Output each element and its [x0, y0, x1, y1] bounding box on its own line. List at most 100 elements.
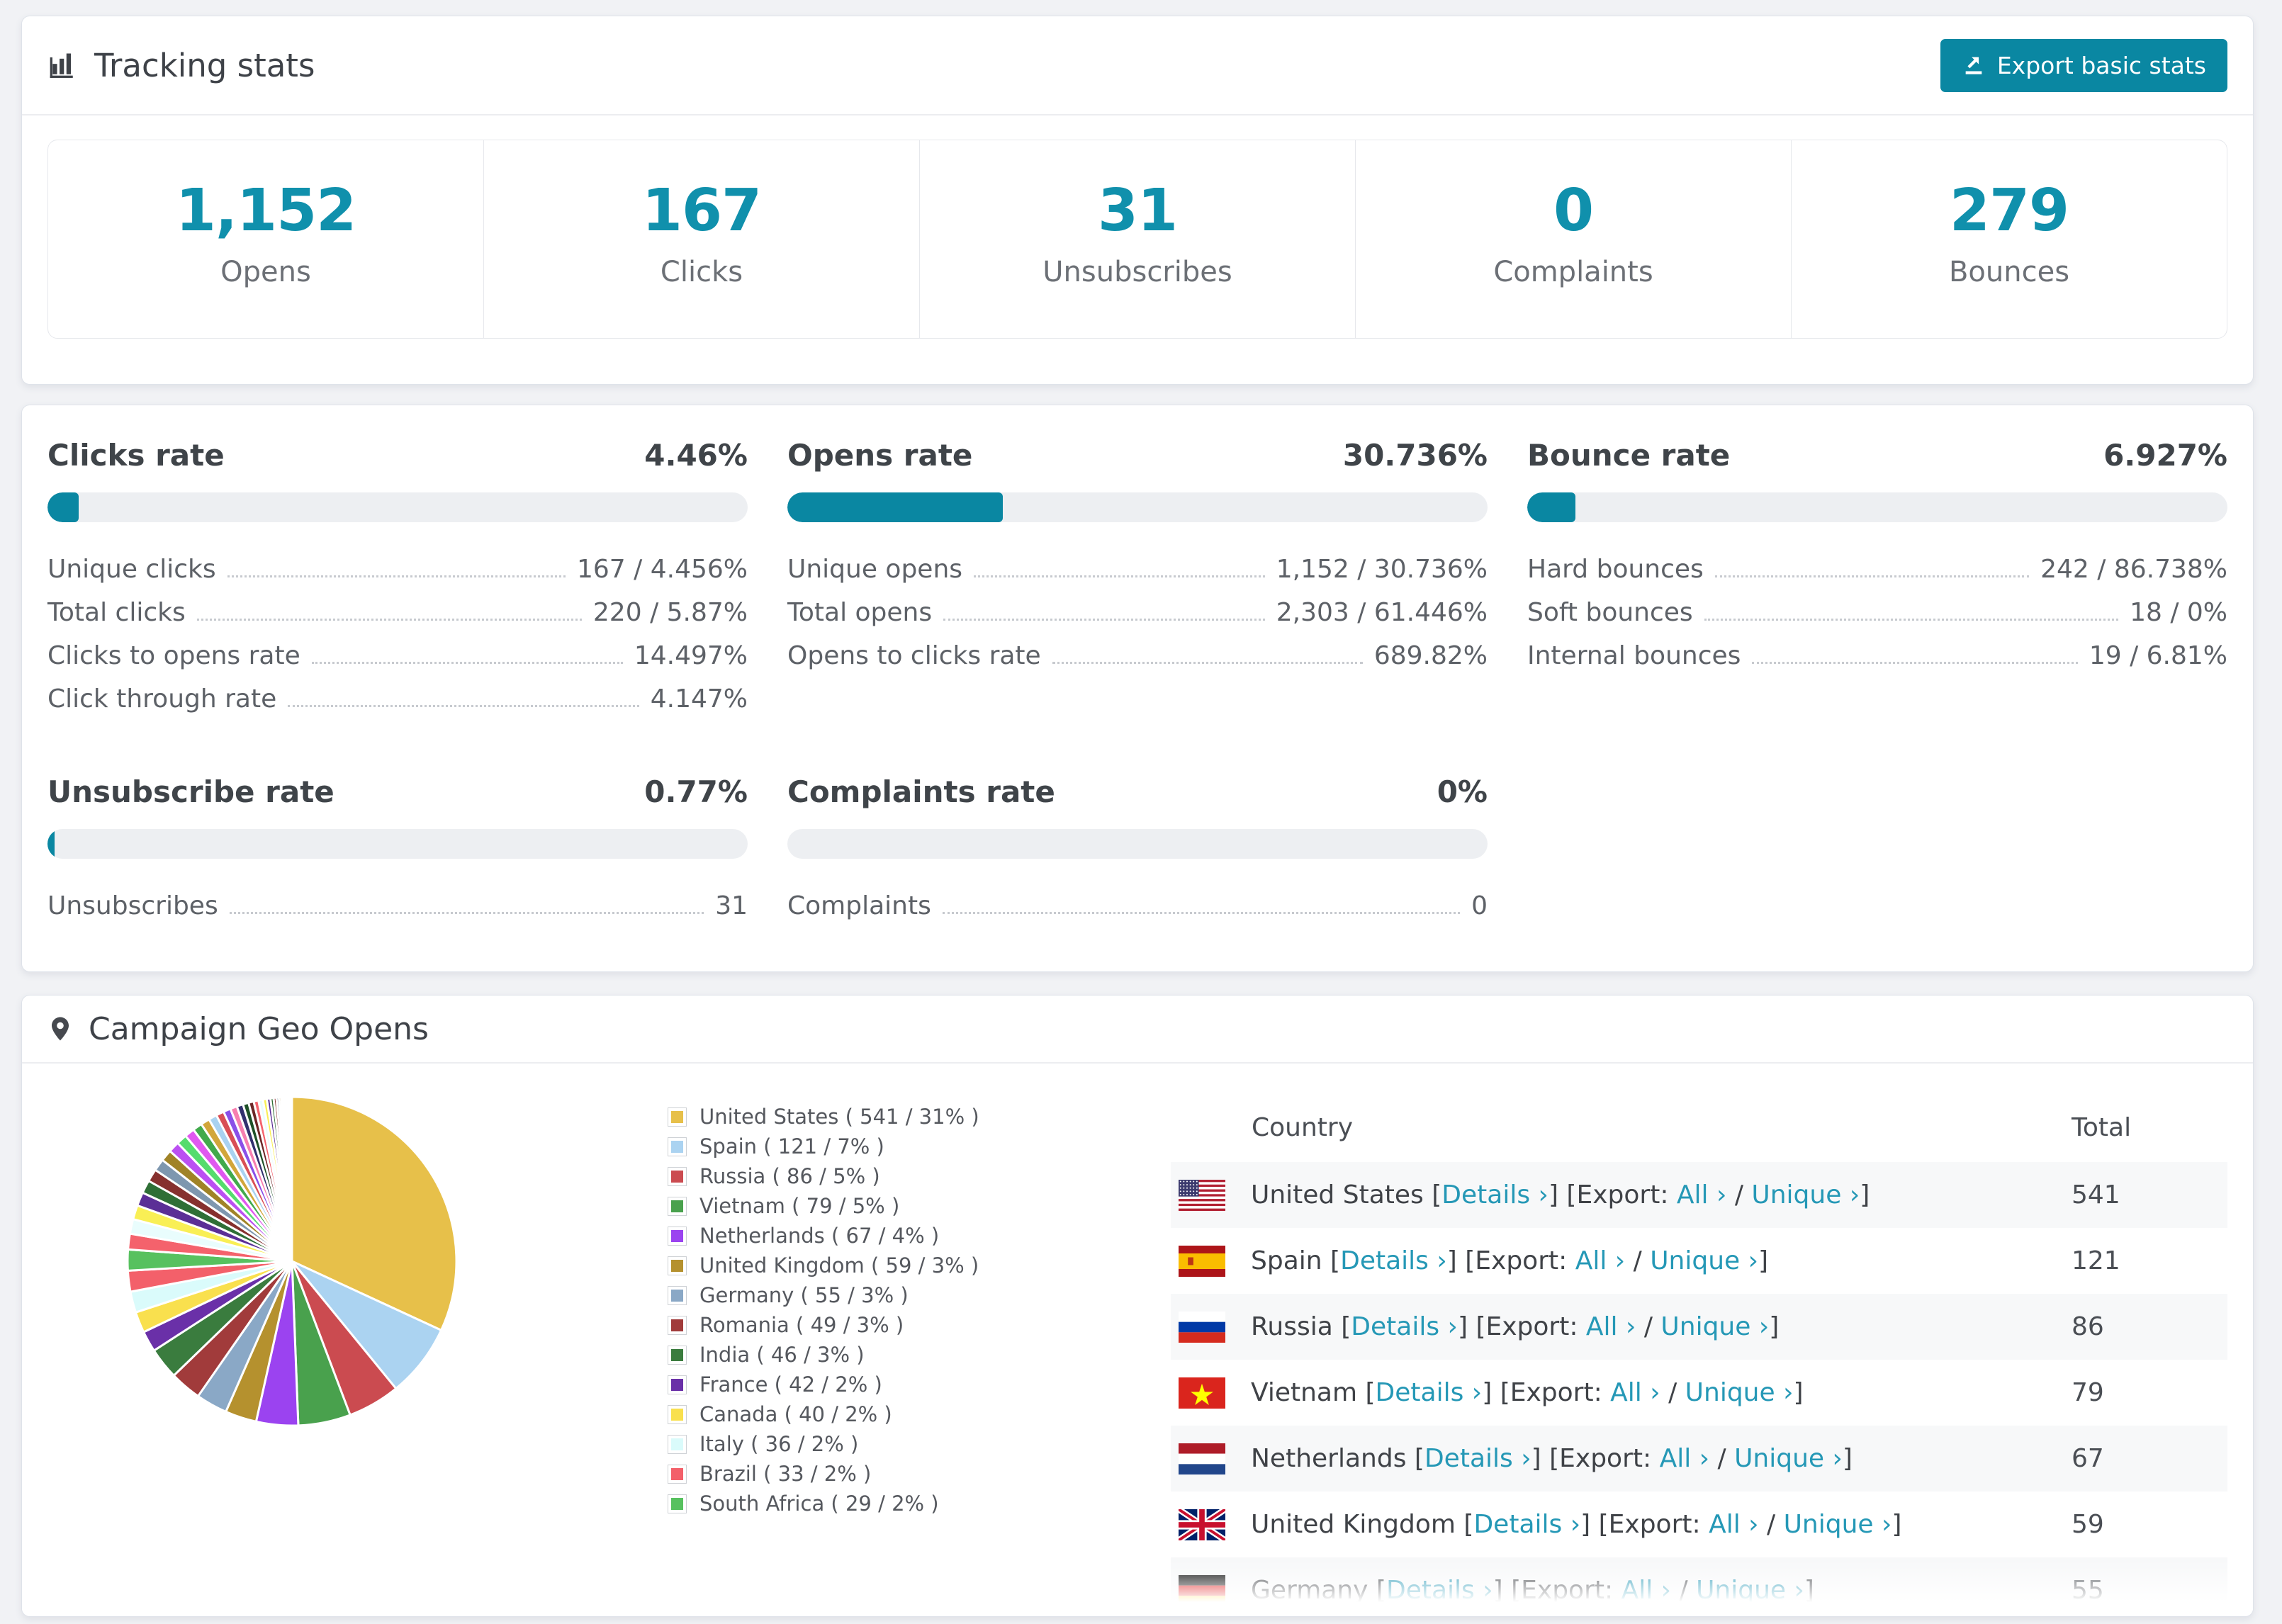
export-unique-link[interactable]: Unique ›	[1734, 1444, 1843, 1473]
geo-legend: United States ( 541 / 31% ) Spain ( 121 /…	[668, 1102, 979, 1616]
country-name: Vietnam	[1251, 1378, 1358, 1407]
details-link[interactable]: Details ›	[1386, 1576, 1493, 1605]
stats-strip: 1,152 Opens 167 Clicks 31 Unsubscribes 0 Compla…	[47, 140, 2227, 339]
legend-label: Russia ( 86 / 5% )	[699, 1164, 880, 1188]
export-all-link[interactable]: All ›	[1709, 1510, 1758, 1539]
stat-tile: 279 Bounces	[1791, 140, 2227, 338]
total-cell: 79	[2072, 1378, 2104, 1407]
country-flex: Germany [Details ›] [Export: All › / Uni…	[1179, 1574, 2072, 1606]
legend-item: Germany ( 55 / 3% )	[668, 1280, 972, 1310]
export-unique-link[interactable]: Unique ›	[1751, 1180, 1860, 1209]
country-cell: Russia [Details ›] [Export: All › / Uniq…	[1171, 1294, 2072, 1360]
legend-label: South Africa ( 29 / 2% )	[699, 1492, 939, 1516]
export-all-link[interactable]: All ›	[1610, 1378, 1660, 1407]
stat-label: Bounces	[1948, 256, 2070, 288]
legend-label: Germany ( 55 / 3% )	[699, 1283, 909, 1307]
legend-item: Netherlands ( 67 / 4% )	[668, 1221, 972, 1251]
export-unique-link[interactable]: Unique ›	[1650, 1246, 1758, 1275]
legend-label: Brazil ( 33 / 2% )	[699, 1462, 872, 1486]
geo-table-wrap: Country Total United States [Details ›] …	[1171, 1092, 2227, 1616]
rate-row: Opens to clicks rate 689.82%	[787, 634, 1488, 677]
rate-row-label: Clicks to opens rate	[47, 641, 300, 670]
table-row: Germany [Details ›] [Export: All › / Uni…	[1171, 1557, 2227, 1616]
flag-icon-us	[1179, 1179, 1225, 1211]
stat-label: Unsubscribes	[1042, 256, 1232, 288]
legend-swatch	[668, 1226, 687, 1246]
page-title: Tracking stats	[47, 47, 315, 84]
geo-table: Country Total United States [Details ›] …	[1171, 1092, 2227, 1616]
legend-swatch	[668, 1107, 687, 1127]
export-icon	[1965, 57, 1982, 74]
table-row: Russia [Details ›] [Export: All › / Uniq…	[1171, 1294, 2227, 1360]
export-unique-link[interactable]: Unique ›	[1696, 1576, 1804, 1605]
export-unique-link[interactable]: Unique ›	[1784, 1510, 1892, 1539]
export-all-link[interactable]: All ›	[1586, 1312, 1636, 1341]
campaign-geo-opens-card: Campaign Geo Opens United States ( 541 /…	[21, 995, 2254, 1617]
details-link[interactable]: Details ›	[1424, 1444, 1531, 1473]
stat-tile: 1,152 Opens	[48, 140, 483, 338]
rate-block: Clicks rate 4.46% Unique clicks 167 / 4.456…	[47, 438, 748, 721]
legend-swatch	[668, 1464, 687, 1484]
legend-item: South Africa ( 29 / 2% )	[668, 1489, 972, 1518]
country-links: United Kingdom [Details ›] [Export: All …	[1251, 1510, 1902, 1539]
legend-swatch	[668, 1404, 687, 1424]
legend-swatch	[668, 1375, 687, 1394]
rate-row: Unique clicks 167 / 4.456%	[47, 548, 748, 591]
export-unique-link[interactable]: Unique ›	[1685, 1378, 1794, 1407]
tracking-stats-header: Tracking stats Export basic stats	[22, 16, 2253, 115]
details-link[interactable]: Details ›	[1351, 1312, 1458, 1341]
flag-icon-ru	[1179, 1311, 1225, 1343]
details-link[interactable]: Details ›	[1441, 1180, 1548, 1209]
rate-progress-fill	[47, 492, 79, 522]
rate-block: Bounce rate 6.927% Hard bounces 242 / 86.73…	[1527, 438, 2227, 721]
country-links: Netherlands [Details ›] [Export: All › /…	[1251, 1444, 1853, 1473]
country-links: Germany [Details ›] [Export: All › / Uni…	[1251, 1576, 1814, 1605]
export-all-link[interactable]: All ›	[1677, 1180, 1726, 1209]
legend-label: France ( 42 / 2% )	[699, 1372, 882, 1397]
rate-row-label: Internal bounces	[1527, 641, 1741, 670]
legend-item: Romania ( 49 / 3% )	[668, 1310, 972, 1340]
country-links: Spain [Details ›] [Export: All › / Uniqu…	[1251, 1246, 1769, 1275]
rate-block: Unsubscribe rate 0.77% Unsubscribes 31	[47, 774, 748, 927]
rate-row: Hard bounces 242 / 86.738%	[1527, 548, 2227, 591]
flag-icon-nl	[1179, 1443, 1225, 1474]
rate-row-value: 14.497%	[634, 641, 748, 670]
rate-progress-fill	[47, 829, 55, 859]
export-basic-stats-button[interactable]: Export basic stats	[1940, 38, 2227, 92]
geo-card-title-row: Campaign Geo Opens	[47, 1011, 429, 1047]
rate-rows: Unsubscribes 31	[47, 884, 748, 927]
legend-item: United Kingdom ( 59 / 3% )	[668, 1251, 979, 1280]
details-link[interactable]: Details ›	[1473, 1510, 1580, 1539]
country-flex: United States [Details ›] [Export: All ›…	[1179, 1179, 2072, 1211]
dotted-leader	[1704, 619, 2119, 621]
country-name: Netherlands	[1251, 1444, 1407, 1473]
export-all-link[interactable]: All ›	[1621, 1576, 1671, 1605]
country-flex: Vietnam [Details ›] [Export: All › / Uni…	[1179, 1377, 2072, 1409]
stat-label: Opens	[220, 256, 311, 288]
details-link[interactable]: Details ›	[1376, 1378, 1483, 1407]
rate-value: 6.927%	[2103, 438, 2227, 473]
rate-title: Bounce rate	[1527, 438, 1731, 473]
details-link[interactable]: Details ›	[1340, 1246, 1447, 1275]
export-unique-link[interactable]: Unique ›	[1660, 1312, 1769, 1341]
table-row: Vietnam [Details ›] [Export: All › / Uni…	[1171, 1360, 2227, 1426]
legend-item: United States ( 541 / 31% )	[668, 1102, 979, 1132]
table-row: United States [Details ›] [Export: All ›…	[1171, 1162, 2227, 1228]
legend-item: Canada ( 40 / 2% )	[668, 1399, 972, 1429]
legend-item: Russia ( 86 / 5% )	[668, 1161, 972, 1191]
country-cell: Vietnam [Details ›] [Export: All › / Uni…	[1171, 1360, 2072, 1426]
total-cell: 86	[2072, 1294, 2227, 1360]
rate-row-label: Complaints	[787, 891, 931, 920]
total-cell: 55	[2072, 1557, 2227, 1616]
rate-progress-track	[787, 829, 1488, 859]
table-row: United Kingdom [Details ›] [Export: All …	[1171, 1492, 2227, 1557]
export-all-link[interactable]: All ›	[1660, 1444, 1709, 1473]
map-pin-icon	[52, 1017, 69, 1041]
rate-row-value: 4.147%	[650, 684, 748, 714]
dotted-leader	[943, 619, 1265, 621]
country-cell: Spain [Details ›] [Export: All › / Uniqu…	[1171, 1228, 2072, 1294]
export-all-link[interactable]: All ›	[1575, 1246, 1625, 1275]
tracking-stats-title: Tracking stats	[94, 46, 315, 84]
country-column-header: Country	[1252, 1113, 1354, 1142]
flag-icon-vn	[1179, 1377, 1225, 1409]
